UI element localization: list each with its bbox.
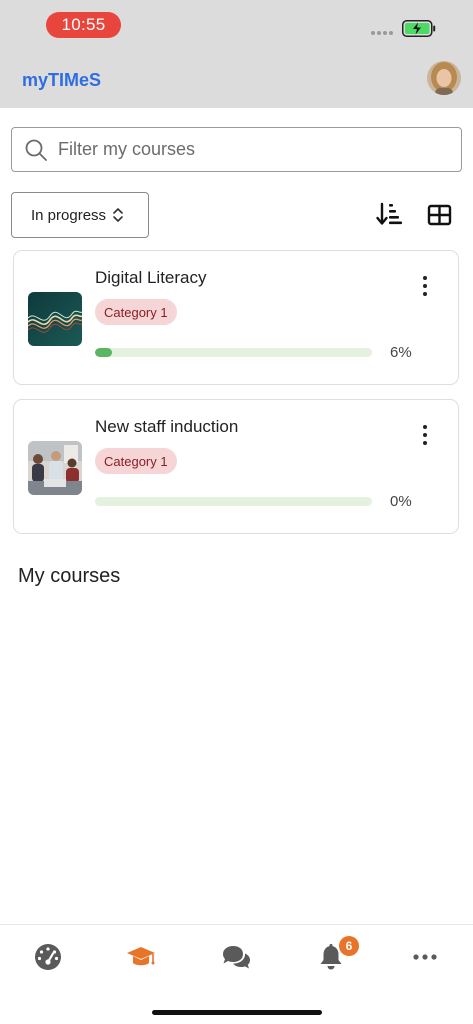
people-photo — [28, 441, 82, 495]
course-menu-button[interactable] — [415, 422, 435, 448]
sort-icon — [376, 202, 402, 225]
tab-more[interactable] — [410, 942, 440, 972]
more-vertical-icon — [423, 425, 427, 429]
search-input[interactable] — [58, 139, 438, 160]
chat-icon — [223, 946, 250, 969]
search-icon — [25, 139, 47, 161]
chevron-updown-icon — [113, 208, 123, 222]
dashboard-icon — [35, 944, 61, 970]
course-card[interactable]: New staff induction Category 1 0% — [13, 399, 459, 534]
grid-view-icon — [427, 204, 452, 226]
app-title: myTIMeS — [22, 70, 102, 90]
section-title: My courses — [18, 565, 121, 587]
avatar-icon — [427, 61, 461, 95]
user-avatar[interactable] — [427, 61, 461, 95]
bottom-tab-bar: 6 — [0, 924, 473, 1024]
course-card[interactable]: Digital Literacy Category 1 6% — [13, 250, 459, 385]
category-badge: Category 1 — [95, 299, 177, 325]
battery-icon — [402, 20, 436, 37]
status-bar: 10:55 — [0, 0, 473, 50]
filter-selected-label: In progress — [31, 206, 107, 224]
tab-messages[interactable] — [221, 942, 251, 972]
time-display: 10:55 — [46, 12, 121, 38]
category-badge: Category 1 — [95, 448, 177, 474]
signal-icon — [371, 31, 393, 35]
app-header: myTIMeS — [0, 50, 473, 108]
home-indicator[interactable] — [152, 1010, 322, 1015]
tab-my-courses[interactable] — [126, 942, 156, 972]
progress-bar — [95, 348, 372, 357]
search-field[interactable] — [11, 127, 462, 172]
course-title[interactable]: New staff induction — [95, 417, 238, 437]
course-menu-button[interactable] — [415, 273, 435, 299]
more-vertical-icon — [423, 276, 427, 280]
progress-bar — [95, 497, 372, 506]
graduation-cap-icon — [127, 947, 155, 966]
course-thumbnail — [28, 292, 82, 346]
status-filter-select[interactable]: In progress — [11, 192, 149, 238]
more-icon — [413, 954, 437, 960]
wave-image — [28, 292, 82, 346]
tab-dashboard[interactable] — [33, 942, 63, 972]
view-toggle-button[interactable] — [427, 203, 452, 228]
notification-count-badge: 6 — [339, 936, 359, 956]
progress-fill — [95, 348, 112, 357]
sort-button[interactable] — [376, 201, 402, 227]
progress-percent: 6% — [390, 344, 412, 361]
progress-percent: 0% — [390, 493, 412, 510]
course-title[interactable]: Digital Literacy — [95, 268, 207, 288]
course-thumbnail — [28, 441, 82, 495]
